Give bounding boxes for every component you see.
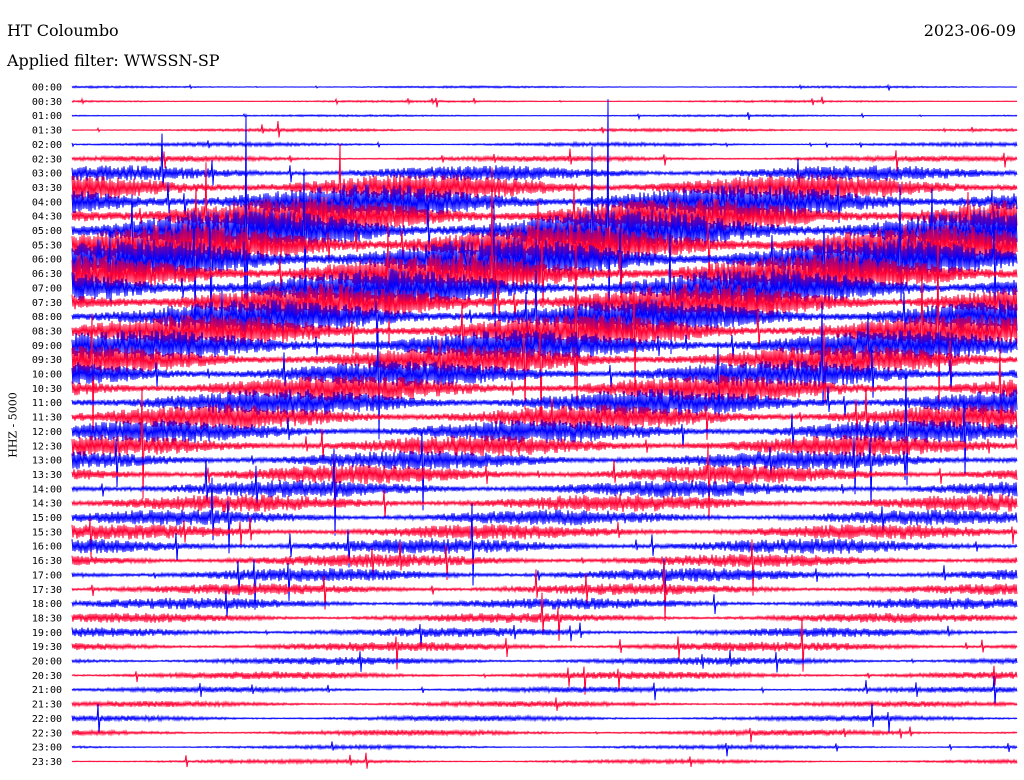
time-tick-labels: 00:00 00:30 01:00 01:30 02:00 02:30 03:00 03:30… (32, 83, 62, 768)
time-tick-label: 13:00 (32, 456, 62, 467)
time-tick-label: 03:00 (32, 169, 62, 180)
time-tick-label: 11:30 (32, 413, 62, 424)
time-tick-label: 00:00 (32, 83, 62, 94)
time-tick-label: 21:30 (32, 700, 62, 711)
time-tick-label: 14:30 (32, 499, 62, 510)
time-tick-label: 14:00 (32, 484, 62, 495)
trace-row-1930 (71, 619, 1018, 672)
time-tick-label: 19:00 (32, 628, 62, 639)
time-tick-label: 16:00 (32, 542, 62, 553)
time-tick-label: 07:00 (32, 283, 62, 294)
time-tick-label: 04:30 (32, 212, 62, 223)
trace-row-2000 (71, 650, 1018, 673)
time-tick-label: 02:00 (32, 140, 62, 151)
time-tick-label: 06:30 (32, 269, 62, 280)
time-tick-label: 22:30 (32, 728, 62, 739)
time-tick-label: 10:00 (32, 370, 62, 381)
trace-row-0000 (71, 83, 1018, 91)
time-tick-label: 02:30 (32, 154, 62, 165)
time-tick-label: 12:00 (32, 427, 62, 438)
time-tick-label: 11:00 (32, 398, 62, 409)
trace-row-1730 (71, 562, 1018, 622)
time-tick-label: 01:00 (32, 111, 62, 122)
time-tick-label: 06:00 (32, 255, 62, 266)
trace-group (71, 83, 1018, 769)
time-tick-label: 01:30 (32, 126, 62, 137)
time-tick-label: 15:30 (32, 527, 62, 538)
trace-row-0100 (71, 112, 1018, 121)
trace-row-1800 (71, 590, 1018, 617)
time-tick-label: 03:30 (32, 183, 62, 194)
trace-row-2230 (71, 726, 1018, 743)
trace-row-2300 (71, 741, 1018, 757)
time-tick-label: 20:30 (32, 671, 62, 682)
time-tick-label: 04:00 (32, 197, 62, 208)
helicorder-plot: 00:00 00:30 01:00 01:30 02:00 02:30 03:00 03:30… (32, 83, 1018, 769)
time-tick-label: 22:00 (32, 714, 62, 725)
time-tick-label: 15:00 (32, 513, 62, 524)
trace-row-2130 (71, 697, 1018, 711)
trace-row-0130 (71, 120, 1018, 138)
time-tick-label: 12:30 (32, 441, 62, 452)
trace-row-2200 (71, 703, 1018, 735)
time-tick-label: 09:30 (32, 355, 62, 366)
trace-row-0030 (71, 96, 1018, 108)
time-tick-label: 05:30 (32, 240, 62, 251)
time-tick-label: 05:00 (32, 226, 62, 237)
time-tick-label: 09:00 (32, 341, 62, 352)
trace-row-2330 (71, 752, 1018, 769)
time-tick-label: 18:00 (32, 599, 62, 610)
time-tick-label: 23:00 (32, 743, 62, 754)
trace-row-1900 (71, 622, 1018, 649)
time-tick-label: 20:00 (32, 657, 62, 668)
time-tick-label: 19:30 (32, 642, 62, 653)
time-tick-label: 08:00 (32, 312, 62, 323)
time-tick-label: 07:30 (32, 298, 62, 309)
time-tick-label: 00:30 (32, 97, 62, 108)
trace-row-2100 (71, 675, 1018, 706)
time-tick-label: 17:00 (32, 570, 62, 581)
time-tick-label: 10:30 (32, 384, 62, 395)
time-tick-label: 16:30 (32, 556, 62, 567)
time-tick-label: 13:30 (32, 470, 62, 481)
time-tick-label: 18:30 (32, 613, 62, 624)
time-tick-label: 23:30 (32, 757, 62, 768)
time-tick-label: 08:30 (32, 326, 62, 337)
time-tick-label: 17:30 (32, 585, 62, 596)
trace-row-0200 (71, 140, 1018, 149)
time-tick-label: 21:00 (32, 685, 62, 696)
